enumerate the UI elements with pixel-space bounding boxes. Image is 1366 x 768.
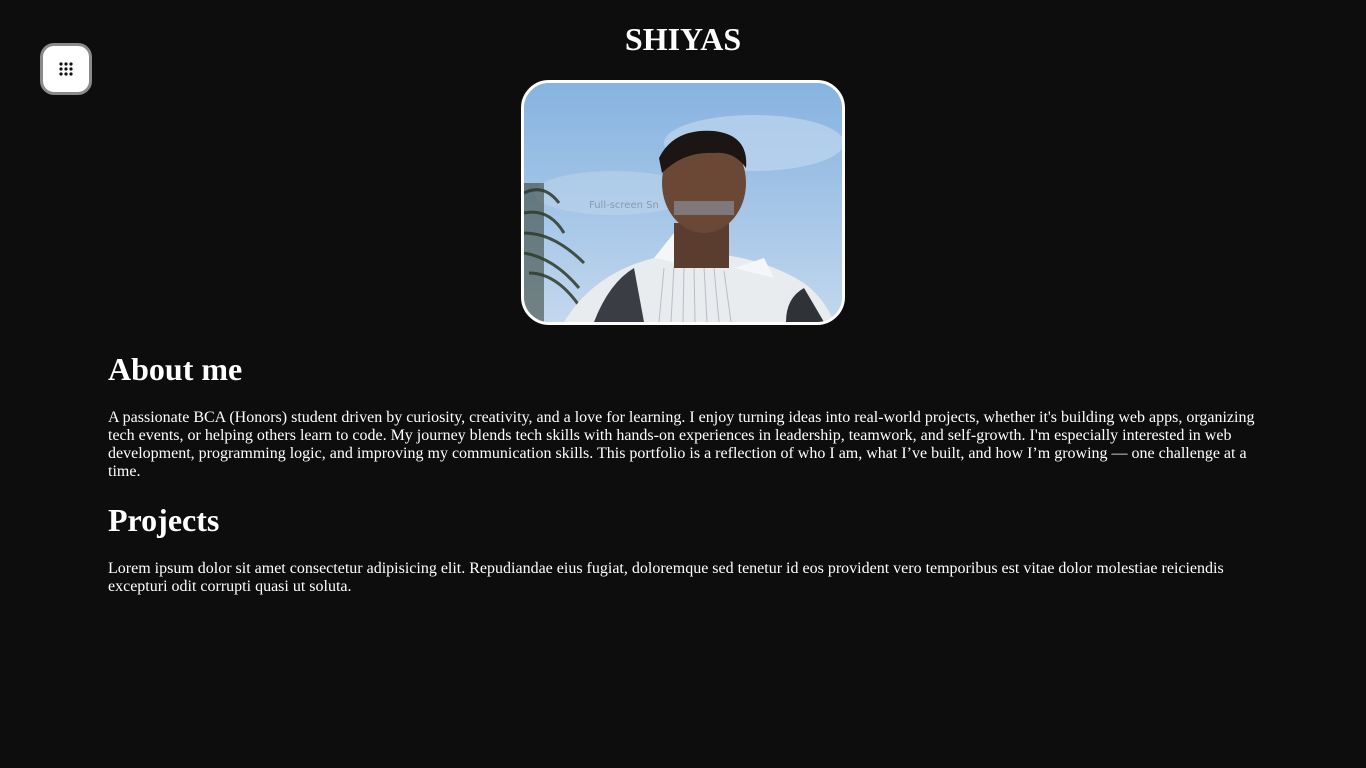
projects-heading: Projects: [108, 502, 220, 538]
profile-photo: Full-screen Sn: [521, 80, 845, 325]
about-heading: About me: [108, 351, 243, 387]
about-text: A passionate BCA (Honors) student driven…: [108, 409, 1255, 480]
photo-overlay-text: Full-screen Sn: [589, 200, 659, 211]
profile-photo-image: Full-screen Sn: [524, 83, 842, 322]
projects-text: Lorem ipsum dolor sit amet consectetur a…: [108, 560, 1224, 595]
main-content: About me A passionate BCA (Honors) stude…: [108, 350, 1258, 596]
site-title: SHIYAS: [624, 21, 742, 57]
apps-grid-icon: [59, 62, 73, 76]
